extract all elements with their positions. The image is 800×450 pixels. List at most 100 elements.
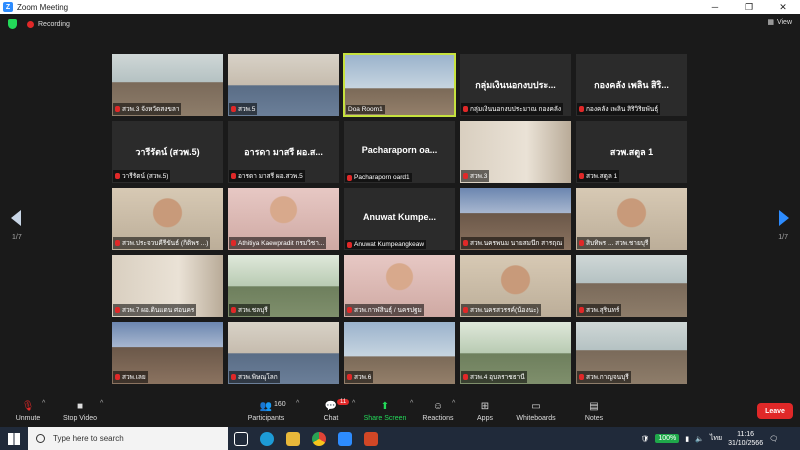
apps-label: Apps	[477, 415, 493, 422]
video-tile[interactable]: Doa Room1	[343, 53, 456, 117]
whiteboards-button[interactable]: ▭ Whiteboards	[508, 400, 564, 423]
participant-name-label: กลุ่มเงินนอกงบประมาณ กองคลัง	[461, 103, 564, 115]
notes-button[interactable]: ▤ Notes	[566, 400, 622, 423]
meeting-info-bar: Recording ▦ View	[0, 14, 800, 34]
share-screen-button[interactable]: ⬆ Share Screen	[357, 400, 413, 423]
clock-date: 31/10/2566	[728, 439, 764, 447]
participants-button[interactable]: 👥 160 Participants	[238, 400, 294, 423]
video-tile[interactable]: สิบทิพร ... สวพ.ชายบุรี	[575, 187, 688, 251]
participant-display-name: Pacharaporn oa...	[361, 145, 438, 155]
participant-name-text: สวพ.ชลบุรี	[238, 307, 268, 314]
video-tile[interactable]: สวพ.เลย	[111, 321, 224, 385]
clock[interactable]: 11:16 31/10/2566	[728, 430, 763, 448]
video-tile[interactable]: Pacharaporn oa... Pacharaporn oard1	[343, 120, 456, 184]
video-tile[interactable]: สวพ.สุรินทร์	[575, 254, 688, 318]
video-tile[interactable]: สวพ.ประจวบคีรีขันธ์ (กิติพร ...)	[111, 187, 224, 251]
muted-mic-icon	[463, 374, 468, 380]
video-tile[interactable]: Athitiya Kaewpradit กรมวิชา...	[227, 187, 340, 251]
video-tile[interactable]: กลุ่มเงินนอกงบประ... กลุ่มเงินนอกงบประมาณ…	[459, 53, 572, 117]
view-button[interactable]: ▦ View	[767, 18, 792, 27]
audio-options-caret-icon[interactable]: ^	[42, 400, 45, 407]
chat-label: Chat	[323, 415, 339, 422]
video-tile[interactable]: Anuwat Kumpe... Anuwat Kumpeangkeaw	[343, 187, 456, 251]
file-explorer-icon[interactable]	[280, 427, 306, 450]
participant-name-label: วารีรัตน์ (สวพ.5)	[113, 170, 171, 182]
unmute-button[interactable]: 🎙 Unmute	[0, 400, 56, 423]
clock-time: 11:16	[737, 430, 755, 438]
muted-microphone-icon: 🎙	[21, 400, 35, 412]
close-button[interactable]: ✕	[766, 2, 800, 13]
task-view-icon[interactable]	[228, 427, 254, 450]
muted-mic-icon	[231, 106, 236, 112]
system-tray: 🛡 100% ▮ 🔈 ไทย 11:16 31/10/2566 🗨	[640, 427, 800, 450]
page-indicator-right: 1/7	[778, 234, 788, 241]
zoom-app-icon[interactable]	[332, 427, 358, 450]
video-tile[interactable]: สวพ.นครสวรรค์(น้องนะ)	[459, 254, 572, 318]
chat-caret-icon[interactable]: ^	[352, 400, 355, 407]
muted-mic-icon	[347, 174, 352, 181]
battery-indicator[interactable]: 100%	[655, 434, 680, 443]
video-tile[interactable]: สวพ.4 อุบลราชธานี	[459, 321, 572, 385]
muted-mic-icon	[115, 374, 120, 380]
participants-caret-icon[interactable]: ^	[296, 400, 299, 407]
participant-name-label: สวพ.3 จังหวัดสงขลา	[113, 103, 182, 115]
participant-name-text: สวพ.เลย	[122, 374, 146, 381]
network-icon[interactable]: ▮	[685, 435, 689, 443]
windows-taskbar: Type here to search 🛡 100% ▮ 🔈 ไทย 11:16…	[0, 427, 800, 450]
video-tile[interactable]: สวพ.6	[343, 321, 456, 385]
previous-page-arrow-icon[interactable]	[11, 210, 21, 226]
recording-dot-icon	[27, 20, 34, 28]
video-tile[interactable]: สวพ.กาฬสินธุ์ / นครปฐม	[343, 254, 456, 318]
participant-display-name: สวพ.สตูล 1	[609, 147, 654, 157]
reactions-caret-icon[interactable]: ^	[452, 400, 455, 407]
participant-name-label: สวพ.เลย	[113, 371, 148, 383]
participant-name-text: สวพ.7 ผอ.ดินแดน ศอนคร	[122, 307, 195, 314]
next-page-arrow-icon[interactable]	[779, 210, 789, 226]
maximize-button[interactable]: ❐	[732, 2, 766, 13]
volume-icon[interactable]: 🔈	[695, 435, 704, 443]
video-tile[interactable]: สวพ.กาญจนบุรี	[575, 321, 688, 385]
leave-button[interactable]: Leave	[757, 403, 793, 419]
participant-name-label: สวพ.นครพนม นายสมนึก สารฤณ	[461, 237, 565, 249]
video-tile[interactable]: สวพ.5	[227, 53, 340, 117]
powerpoint-app-icon[interactable]	[358, 427, 384, 450]
video-tile[interactable]: สวพ.พิษณุโลก	[227, 321, 340, 385]
video-tile[interactable]: กองคลัง เพลิน สิริ... กองคลัง เพลิน สิริว…	[575, 53, 688, 117]
shield-tray-icon[interactable]: 🛡	[640, 435, 649, 443]
participant-name-text: กลุ่มเงินนอกงบประมาณ กองคลัง	[470, 106, 562, 113]
video-tile[interactable]: สวพ.3	[459, 120, 572, 184]
language-indicator[interactable]: ไทย	[710, 433, 722, 444]
edge-browser-icon[interactable]	[254, 427, 280, 450]
muted-mic-icon	[579, 106, 584, 112]
participant-name-label: สวพ.4 อุบลราชธานี	[461, 371, 527, 383]
apps-button[interactable]: ⊞ Apps	[457, 400, 513, 423]
muted-mic-icon	[579, 240, 584, 246]
window-title: Zoom Meeting	[17, 2, 69, 12]
muted-mic-icon	[579, 173, 584, 179]
taskbar-search-box[interactable]: Type here to search	[28, 427, 228, 450]
windows-start-icon[interactable]	[0, 427, 28, 450]
video-tile[interactable]: สวพ.7 ผอ.ดินแดน ศอนคร	[111, 254, 224, 318]
participant-name-text: สวพ.ประจวบคีรีขันธ์ (กิติพร ...)	[122, 240, 209, 247]
video-tile[interactable]: สวพ.สตูล 1 สวพ.สตูล 1	[575, 120, 688, 184]
recording-indicator[interactable]: Recording	[27, 20, 70, 28]
encryption-shield-icon[interactable]	[8, 19, 17, 29]
chrome-browser-icon[interactable]	[306, 427, 332, 450]
video-tile[interactable]: สวพ.นครพนม นายสมนึก สารฤณ	[459, 187, 572, 251]
minimize-button[interactable]: ─	[698, 2, 732, 13]
participants-count: 160	[274, 401, 286, 408]
notes-label: Notes	[584, 415, 604, 422]
participant-name-label: สวพ.กาฬสินธุ์ / นครปฐม	[345, 304, 424, 316]
video-tile[interactable]: สวพ.3 จังหวัดสงขลา	[111, 53, 224, 117]
chat-button[interactable]: 💬 11 Chat	[303, 399, 359, 422]
video-tile[interactable]: อารดา มาสรี ผอ.ส... อารดา มาสรี ผอ.สวพ.5	[227, 120, 340, 184]
video-options-caret-icon[interactable]: ^	[100, 400, 103, 407]
muted-mic-icon	[115, 240, 120, 246]
whiteboards-label: Whiteboards	[516, 415, 556, 422]
participant-name-text: Anuwat Kumpeangkeaw	[354, 241, 425, 248]
whiteboard-icon: ▭	[531, 400, 541, 412]
participant-display-name: กลุ่มเงินนอกงบประ...	[475, 80, 556, 90]
notifications-icon[interactable]: 🗨	[769, 435, 778, 443]
video-tile[interactable]: วารีรัตน์ (สวพ.5) วารีรัตน์ (สวพ.5)	[111, 120, 224, 184]
video-tile[interactable]: สวพ.ชลบุรี	[227, 254, 340, 318]
